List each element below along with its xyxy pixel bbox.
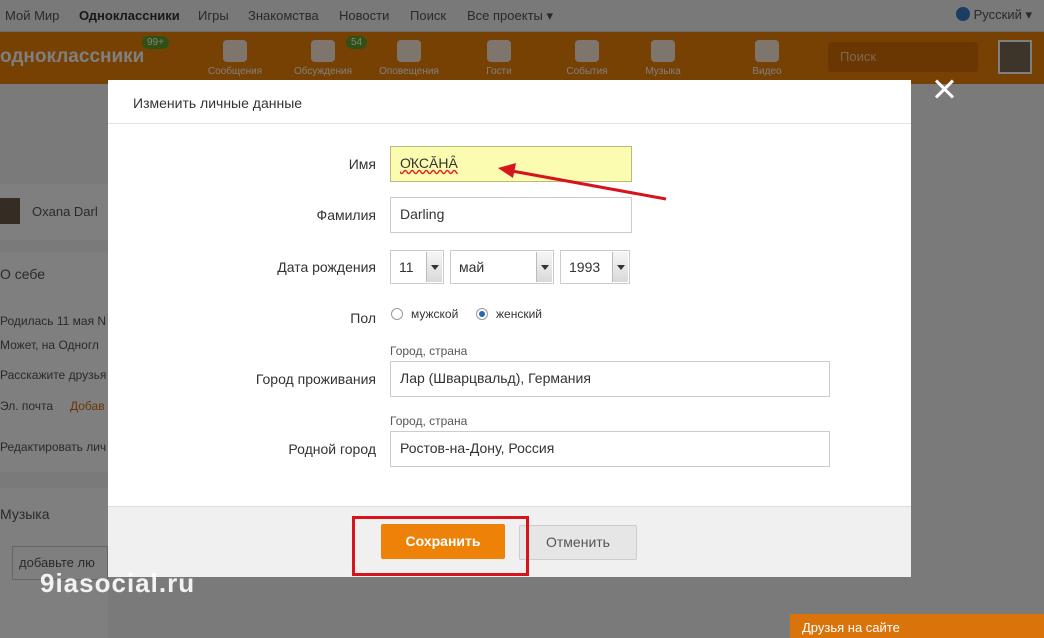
watermark-logo: 9iasocial.ru bbox=[40, 568, 196, 598]
annotation-arrow bbox=[498, 163, 667, 201]
